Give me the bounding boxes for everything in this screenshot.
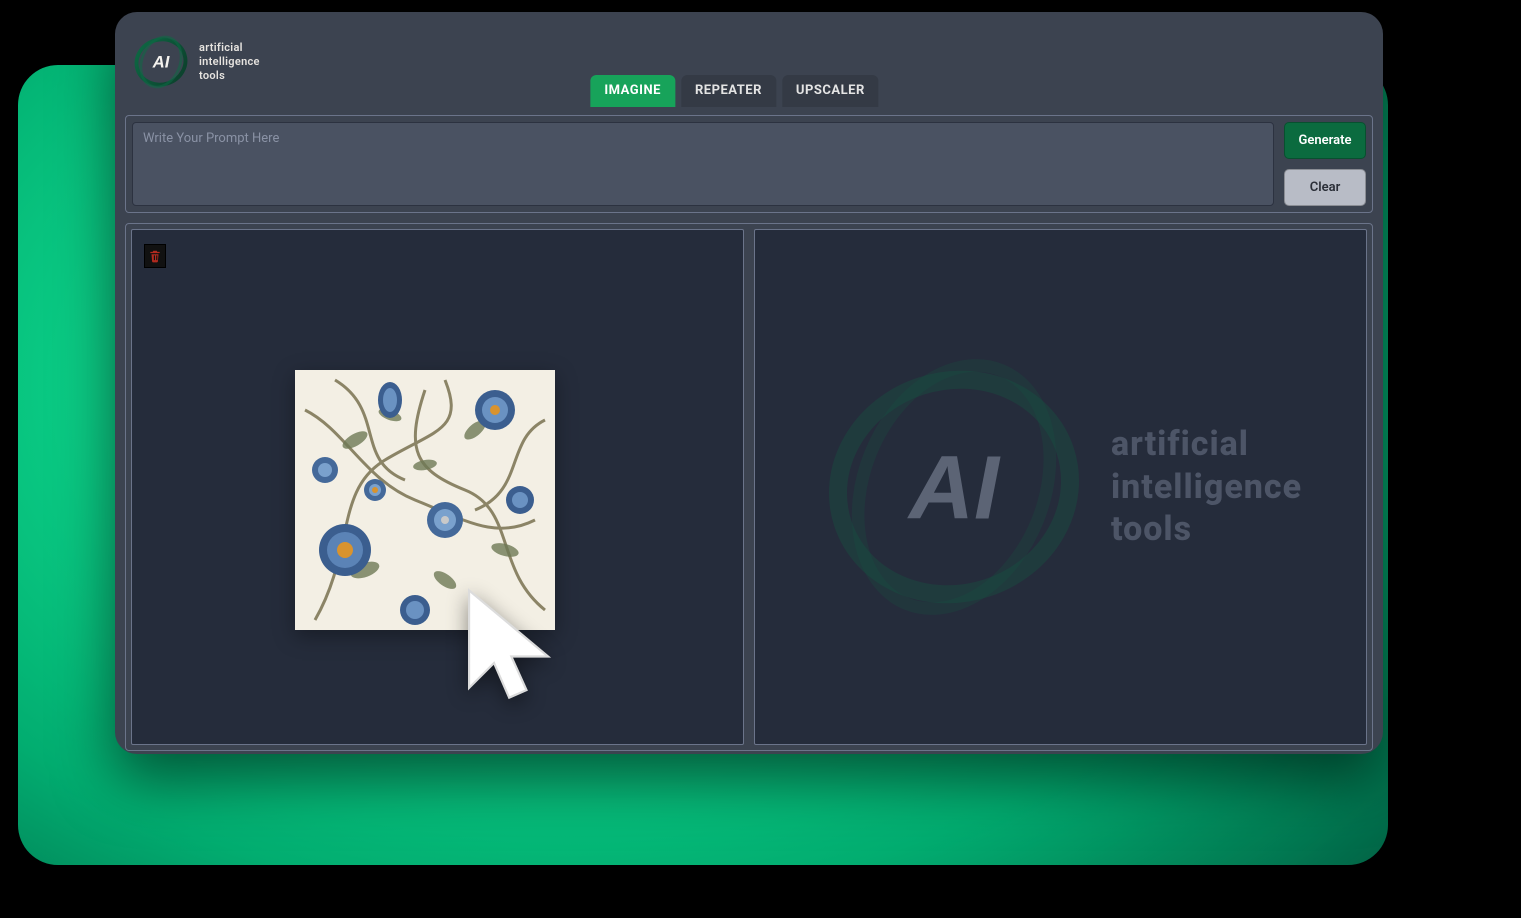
prompt-row: Generate Clear — [125, 115, 1373, 213]
watermark-tagline-line: intelligence — [1111, 466, 1302, 509]
brand-swirl-icon: AI — [133, 34, 189, 90]
watermark-tagline-line: artificial — [1111, 423, 1302, 466]
brand-tagline-line: artificial — [199, 41, 260, 55]
panel-watermark: AI artificial intelligence tools — [755, 230, 1366, 744]
brand-tagline-line: intelligence — [199, 55, 260, 69]
trash-icon — [148, 248, 162, 264]
delete-image-button[interactable] — [144, 244, 166, 268]
tab-imagine[interactable]: IMAGINE — [590, 75, 675, 107]
source-panel — [131, 229, 744, 745]
generated-image-thumbnail[interactable] — [295, 370, 555, 630]
result-panel: AI artificial intelligence tools — [754, 229, 1367, 745]
workspace-panels: AI artificial intelligence tools — [125, 223, 1373, 751]
tab-repeater[interactable]: REPEATER — [681, 75, 776, 107]
brand-logo: AI artificial intelligence tools — [133, 34, 260, 90]
brand-tagline: artificial intelligence tools — [199, 41, 260, 82]
generate-button[interactable]: Generate — [1284, 122, 1366, 159]
brand-tagline-line: tools — [199, 69, 260, 83]
watermark-tagline: artificial intelligence tools — [1111, 423, 1302, 551]
watermark-tagline-line: tools — [1111, 508, 1302, 551]
app-header: AI artificial intelligence tools IMAGINE… — [115, 12, 1383, 107]
prompt-input[interactable] — [132, 122, 1274, 206]
clear-button[interactable]: Clear — [1284, 169, 1366, 206]
prompt-buttons: Generate Clear — [1284, 122, 1366, 206]
tab-upscaler[interactable]: UPSCALER — [782, 75, 879, 107]
app-window: AI artificial intelligence tools IMAGINE… — [115, 12, 1383, 754]
mode-tabs: IMAGINE REPEATER UPSCALER — [590, 75, 878, 107]
svg-text:AI: AI — [152, 53, 170, 72]
watermark-swirl-icon: AI — [819, 342, 1089, 632]
watermark-mark: AI — [907, 439, 1001, 539]
